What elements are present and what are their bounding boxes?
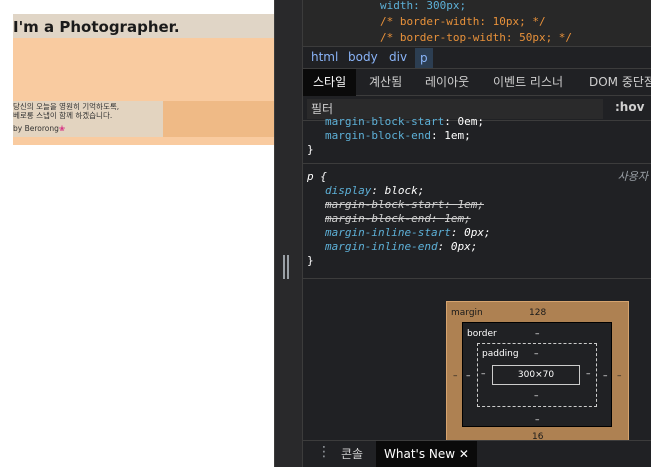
rule-close-brace: } — [307, 254, 314, 267]
code-line: width: 300px; — [380, 0, 467, 12]
page-title: I'm a Photographer. — [13, 18, 180, 36]
border-left-value[interactable]: – — [466, 371, 471, 381]
padding-bottom-value[interactable]: – — [534, 391, 539, 401]
css-declaration-overridden[interactable]: margin-block-end: 1em; — [303, 212, 651, 226]
box-model-margin[interactable]: margin 128 – – 16 border – – – – padding… — [446, 301, 629, 442]
margin-top-value[interactable]: 128 — [529, 308, 546, 318]
code-comment-line: /* border-top-width: 50px; */ — [380, 31, 573, 44]
box-model-padding[interactable]: padding – – – – 300×70 — [477, 343, 597, 407]
padding-right-value[interactable]: – — [586, 369, 591, 379]
tab-whats-new-label: What's New — [384, 447, 456, 461]
tab-whats-new[interactable]: What's New ✕ — [376, 441, 477, 467]
padding-top-value[interactable]: – — [534, 349, 539, 359]
padding-left-value[interactable]: – — [481, 369, 486, 379]
rule-selector[interactable]: p { — [307, 170, 327, 183]
description-line-2: 베로롱 스냅이 함께 하겠습니다. — [13, 111, 113, 120]
source-editor[interactable]: width: 300px; /* border-width: 10px; */ … — [303, 0, 651, 46]
breadcrumb: html body div p — [303, 46, 651, 68]
photographer-card: I'm a Photographer. 당신의 오늘을 영원히 기억하도록, 베… — [13, 14, 274, 145]
css-declaration[interactable]: margin-block-start: 0em; — [303, 115, 651, 129]
css-declaration[interactable]: margin-inline-start: 0px; — [303, 226, 651, 240]
tab-styles[interactable]: 스타일 — [303, 69, 357, 96]
close-icon[interactable]: ✕ — [459, 447, 469, 461]
description-line-1: 당신의 오늘을 영원히 기억하도록, — [13, 102, 120, 111]
tab-dom-breakpoints[interactable]: DOM 중단점 — [589, 69, 651, 96]
breadcrumb-html[interactable]: html — [311, 50, 338, 64]
margin-label: margin — [451, 308, 483, 318]
breadcrumb-body[interactable]: body — [348, 50, 378, 64]
drag-handle-icon[interactable] — [283, 255, 289, 279]
tab-console[interactable]: 콘솔 — [341, 441, 363, 467]
tab-layout[interactable]: 레이아웃 — [425, 69, 469, 96]
margin-right-value[interactable]: – — [617, 371, 622, 381]
padding-label: padding — [482, 349, 519, 359]
css-declaration[interactable]: margin-inline-end: 0px; — [303, 240, 651, 254]
byline: by Berorong❀ — [13, 124, 65, 133]
tab-event-listeners[interactable]: 이벤트 리스너 — [493, 69, 563, 96]
border-bottom-value[interactable]: – — [535, 415, 540, 425]
byline-text: by Berorong — [13, 124, 59, 133]
css-declaration-overridden[interactable]: margin-block-start: 1em; — [303, 198, 651, 212]
description-text: 당신의 오늘을 영원히 기억하도록, 베로롱 스냅이 함께 하겠습니다. — [13, 102, 119, 120]
code-comment-line: /* border-width: 10px; */ — [380, 15, 546, 28]
rule-close-brace: } — [307, 143, 314, 156]
hov-toggle[interactable]: :hov — [615, 100, 644, 114]
drawer-tabbar: ⋮ 콘솔 What's New ✕ — [303, 440, 651, 467]
breadcrumb-div[interactable]: div — [389, 50, 407, 64]
more-options-icon[interactable]: ⋮ — [317, 444, 331, 460]
css-declaration[interactable]: display: block; — [303, 184, 651, 198]
flower-icon: ❀ — [58, 124, 66, 133]
border-label: border — [467, 329, 497, 339]
styles-pane: margin-block-start: 0em; margin-block-en… — [303, 115, 651, 279]
box-model-content[interactable]: 300×70 — [492, 365, 580, 385]
page-preview: I'm a Photographer. 당신의 오늘을 영원히 기억하도록, 베… — [0, 0, 274, 467]
panel-splitter[interactable] — [274, 0, 302, 467]
css-declaration[interactable]: margin-block-end: 1em; — [303, 129, 651, 143]
desc-band-margin — [163, 101, 274, 137]
border-top-value[interactable]: – — [535, 329, 540, 339]
devtools-panel: width: 300px; /* border-width: 10px; */ … — [302, 0, 651, 467]
styles-tabbar: 스타일 계산됨 레이아웃 이벤트 리스너 DOM 중단점 — [303, 68, 651, 96]
user-agent-label: 사용자 — [617, 170, 648, 183]
margin-left-value[interactable]: – — [453, 371, 458, 381]
box-model-border[interactable]: border – – – – padding – – – – 300×70 — [462, 322, 612, 427]
breadcrumb-p[interactable]: p — [415, 48, 433, 68]
border-right-value[interactable]: – — [603, 371, 608, 381]
tab-computed[interactable]: 계산됨 — [369, 69, 402, 96]
